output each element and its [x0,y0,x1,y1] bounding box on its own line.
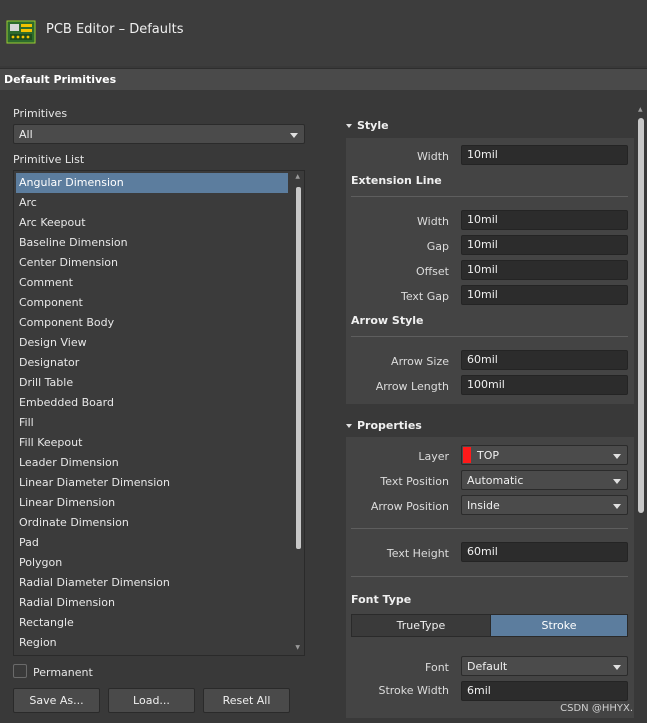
save-as-button[interactable]: Save As... [13,688,100,713]
style-group-header[interactable]: Style [346,119,389,132]
arrow-style-heading: Arrow Style [351,314,424,327]
arrow-size-label: Arrow Size [391,355,449,368]
chevron-down-icon [613,665,621,670]
load-button[interactable]: Load... [108,688,195,713]
list-item[interactable]: Angular Dimension [16,173,288,193]
reset-all-button[interactable]: Reset All [203,688,290,713]
font-type-truetype[interactable]: TrueType [351,614,491,637]
list-item[interactable]: Fill [16,413,288,433]
primitive-list[interactable]: Angular Dimension Arc Arc Keepout Baseline … [13,170,305,656]
divider [351,336,628,337]
list-item[interactable]: Polygon [16,553,288,573]
primitive-list-label: Primitive List [13,153,85,166]
extension-line-heading: Extension Line [351,174,442,187]
style-width-input[interactable]: 10mil [461,145,628,165]
section-title: Default Primitives [4,73,117,86]
chevron-down-icon [613,504,621,509]
text-position-value: Automatic [467,474,524,487]
section-header: Default Primitives [0,68,647,90]
chevron-down-icon [613,454,621,459]
collapse-triangle-icon [346,424,352,428]
font-value: Default [467,660,508,673]
arrow-position-value: Inside [467,499,500,512]
style-title: Style [357,119,389,132]
permanent-checkbox[interactable] [13,664,27,678]
divider [351,196,628,197]
ext-text-gap-label: Text Gap [401,290,449,303]
list-item[interactable]: Embedded Board [16,393,288,413]
stroke-width-input[interactable]: 6mil [461,681,628,701]
layer-color-swatch [463,447,471,463]
pcb-board-icon [6,20,36,44]
stroke-width-label: Stroke Width [378,684,449,697]
ext-gap-input[interactable]: 10mil [461,235,628,255]
font-type-heading: Font Type [351,593,412,606]
ext-offset-input[interactable]: 10mil [461,260,628,280]
properties-group-header[interactable]: Properties [346,419,422,432]
list-item[interactable]: Arc [16,193,288,213]
primitives-filter-value: All [19,128,33,141]
layer-select[interactable]: TOP [461,445,628,465]
list-item[interactable]: Component [16,293,288,313]
list-item[interactable]: Designator [16,353,288,373]
properties-title: Properties [357,419,422,432]
primitives-label: Primitives [13,107,68,120]
text-height-label: Text Height [386,547,449,560]
list-item[interactable]: Fill Keepout [16,433,288,453]
list-item[interactable]: Pad [16,533,288,553]
watermark-text: CSDN @HHYX. [560,703,633,714]
text-position-label: Text Position [380,475,449,488]
font-label: Font [425,661,449,674]
chevron-down-icon [613,479,621,484]
panel-scroll-up-icon[interactable]: ▲ [638,106,643,113]
list-item[interactable]: Arc Keepout [16,213,288,233]
list-item[interactable]: Radial Diameter Dimension [16,573,288,593]
collapse-triangle-icon [346,124,352,128]
list-scrollbar-thumb[interactable] [296,187,301,549]
font-select[interactable]: Default [461,656,628,676]
arrow-length-input[interactable]: 100mil [461,375,628,395]
ext-width-label: Width [417,215,449,228]
primitives-filter-select[interactable]: All [13,124,305,144]
list-item[interactable]: Radial Dimension [16,593,288,613]
arrow-position-label: Arrow Position [370,500,449,513]
list-item[interactable]: Component Body [16,313,288,333]
style-width-label: Width [417,150,449,163]
list-item[interactable]: Drill Table [16,373,288,393]
divider [351,576,628,577]
list-item[interactable]: Design View [16,333,288,353]
window-title: PCB Editor – Defaults [46,22,184,37]
text-position-select[interactable]: Automatic [461,470,628,490]
layer-value: TOP [477,449,500,462]
chevron-down-icon [290,133,298,138]
list-item[interactable]: Leader Dimension [16,453,288,473]
panel-scrollbar-thumb[interactable] [638,118,644,513]
text-height-input[interactable]: 60mil [461,542,628,562]
list-item[interactable]: Comment [16,273,288,293]
list-item[interactable]: Region [16,633,288,653]
list-item[interactable]: Baseline Dimension [16,233,288,253]
list-item[interactable]: Linear Diameter Dimension [16,473,288,493]
layer-label: Layer [418,450,449,463]
arrow-size-input[interactable]: 60mil [461,350,628,370]
divider [351,528,628,529]
arrow-length-label: Arrow Length [375,380,449,393]
list-item[interactable]: Center Dimension [16,253,288,273]
scroll-down-icon[interactable]: ▼ [295,644,300,651]
list-item[interactable]: Linear Dimension [16,493,288,513]
permanent-label: Permanent [33,666,93,679]
ext-width-input[interactable]: 10mil [461,210,628,230]
scroll-up-icon[interactable]: ▲ [295,173,300,180]
list-item[interactable]: Ordinate Dimension [16,513,288,533]
ext-offset-label: Offset [415,265,449,278]
ext-gap-label: Gap [426,240,449,253]
ext-text-gap-input[interactable]: 10mil [461,285,628,305]
font-type-stroke[interactable]: Stroke [490,614,628,637]
list-item[interactable]: Rectangle [16,613,288,633]
arrow-position-select[interactable]: Inside [461,495,628,515]
title-bar: PCB Editor – Defaults [0,0,647,66]
